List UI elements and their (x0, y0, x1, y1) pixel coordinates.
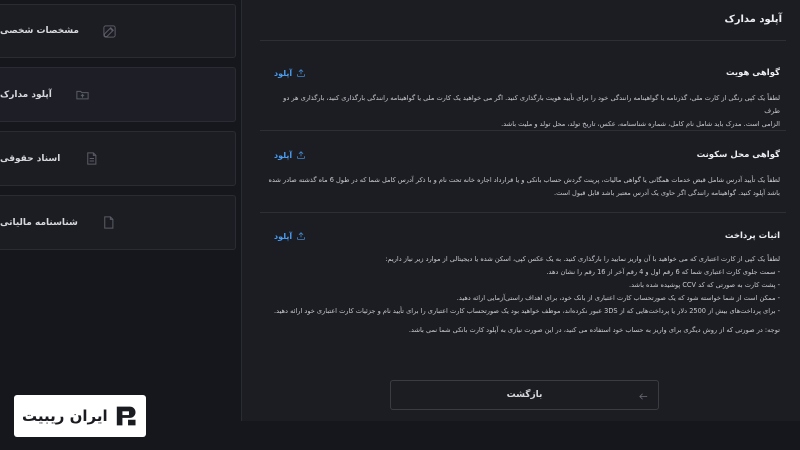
section-body: لطفاً یک کپی از کارت اعتباری که می خواهی… (266, 253, 780, 337)
upload-icon (297, 232, 305, 240)
body-line: - برای پرداخت‌های بیش از 2500 دلار یا پر… (274, 307, 780, 315)
sidebar-item-tax-certificate[interactable]: شناسنامه مالیاتی (0, 195, 236, 250)
divider (260, 40, 786, 41)
sidebar-item-label: شناسنامه مالیاتی (0, 217, 78, 228)
section-residence-proof: گواهی محل سکونت آپلود لطفاً یک تأیید آدر… (260, 150, 786, 213)
body-note: توجه: در صورتی که از روش دیگری برای واری… (408, 326, 780, 334)
section-title: اثبات پرداخت (724, 231, 780, 241)
body-line: - پشت کارت به صورتی که کد CCV پوشیده شده… (629, 281, 780, 289)
divider (260, 130, 786, 131)
upload-payment-button[interactable]: آپلود (274, 231, 306, 241)
upload-identity-button[interactable]: آپلود (274, 68, 306, 78)
section-title: گواهی هویت (725, 68, 780, 78)
sidebar-item-personal-info[interactable]: مشخصات شخصی (0, 4, 236, 58)
sidebar-item-legal-documents[interactable]: اسناد حقوقی (0, 131, 236, 186)
section-identity-proof: گواهی هویت آپلود لطفاً یک کپی رنگی از کا… (260, 68, 786, 131)
document-icon (82, 150, 100, 168)
back-button-label: بازگشت (506, 390, 543, 400)
sidebar-item-label: مشخصات شخصی (0, 26, 79, 36)
back-button[interactable]: بازگشت (390, 380, 659, 410)
body-line: لطفاً یک کپی رنگی از کارت ملی، گذرنامه ی… (283, 94, 780, 115)
section-title: گواهی محل سکونت (696, 150, 780, 160)
logo-mark-icon (114, 404, 138, 428)
section-body: لطفاً یک کپی رنگی از کارت ملی، گذرنامه ی… (266, 92, 780, 131)
edit-icon (101, 22, 119, 40)
upload-residence-button[interactable]: آپلود (274, 150, 306, 160)
brand-logo: ایران ریبیت (14, 395, 146, 437)
body-line: لطفاً یک کپی از کارت اعتباری که می خواهی… (385, 255, 780, 263)
footer-strip (241, 421, 800, 450)
logo-text: ایران ریبیت (22, 407, 108, 425)
sidebar-item-label: آپلود مدارک (0, 89, 52, 100)
upload-icon (297, 69, 305, 77)
folder-upload-icon (74, 86, 92, 104)
page: مشخصات شخصی آپلود مدارک اسناد حقوقی شناس… (0, 0, 800, 450)
body-line: لطفاً یک تأیید آدرس شامل قبض خدمات همگان… (268, 176, 781, 184)
body-line: باشد آپلود کنید. گواهینامه رانندگی اگر ح… (554, 189, 780, 197)
arrow-left-icon (634, 387, 652, 405)
upload-icon (297, 151, 305, 159)
upload-documents-panel: آپلود مدارک گواهی هویت آپلود لطفاً یک کپ… (241, 0, 800, 421)
sidebar-item-upload-documents[interactable]: آپلود مدارک (0, 67, 236, 122)
file-icon (100, 214, 118, 232)
sidebar-item-label: اسناد حقوقی (0, 153, 61, 164)
upload-label: آپلود (274, 68, 293, 78)
body-line: - سمت جلوی کارت اعتباری شما که 6 رقم اول… (546, 268, 780, 276)
section-body: لطفاً یک تأیید آدرس شامل قبض خدمات همگان… (266, 174, 781, 200)
upload-label: آپلود (274, 150, 293, 160)
body-line: - ممکن است از شما خواسته شود که یک صورتح… (456, 294, 780, 302)
divider (260, 212, 786, 213)
upload-label: آپلود (274, 231, 293, 241)
section-payment-proof: اثبات پرداخت آپلود لطفاً یک کپی از کارت … (260, 231, 786, 351)
page-title: آپلود مدارک (724, 14, 782, 25)
